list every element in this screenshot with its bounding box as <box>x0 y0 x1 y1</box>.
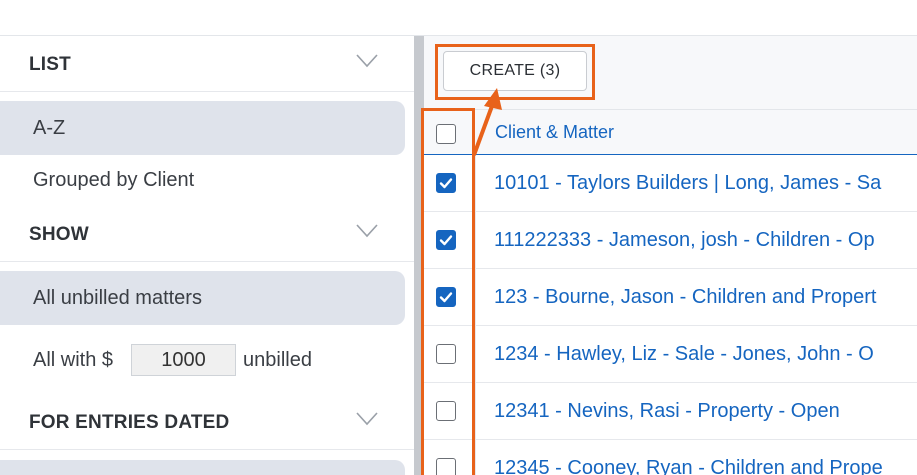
callout-arrow-icon <box>472 88 502 156</box>
